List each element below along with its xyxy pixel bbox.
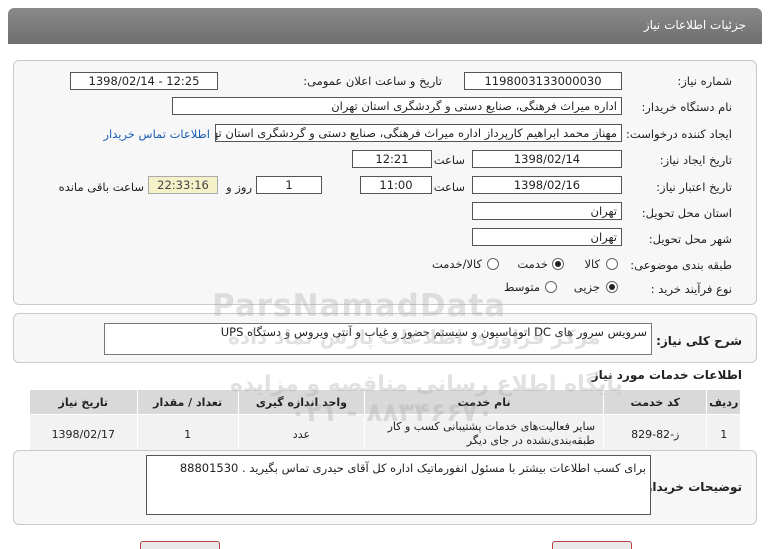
- category-radio-goods[interactable]: [606, 258, 618, 270]
- table-row: 1 ز-82-829 سایر فعالیت‌های خدمات پشتیبان…: [29, 414, 741, 454]
- province-field[interactable]: تهران: [472, 202, 622, 220]
- days-label: روز و: [226, 180, 252, 194]
- process-type-label: نوع فرآیند خرید :: [650, 282, 732, 296]
- notes-text-box: برای کسب اطلاعات بیشتر با مسئول انفورمات…: [146, 455, 651, 515]
- remaining-time-label: ساعت باقی مانده: [58, 180, 144, 194]
- category-option-goods-service: کالا/خدمت: [431, 257, 482, 271]
- category-radio-goods-service[interactable]: [487, 258, 499, 270]
- buyer-contact-link[interactable]: اطلاعات تماس خریدار: [103, 127, 210, 141]
- category-option-goods: کالا: [584, 257, 600, 271]
- city-label: شهر محل تحویل:: [648, 232, 732, 246]
- buyer-org-label: نام دستگاه خریدار:: [641, 100, 732, 114]
- remaining-time-field: 22:33:16: [148, 176, 218, 194]
- requester-field[interactable]: مهناز محمد ابراهیم کارپرداز اداره میراث …: [215, 124, 622, 142]
- services-table: ردیف کد خدمت نام خدمت واحد اندازه گیری ت…: [29, 389, 741, 454]
- col-unit: واحد اندازه گیری: [237, 389, 366, 415]
- created-date-label: تاریخ ایجاد نیاز:: [659, 153, 732, 167]
- notes-label: توضیحات خریدار:: [640, 480, 742, 494]
- buyer-org-field[interactable]: اداره میراث فرهنگی، صنایع دستی و گردشگری…: [172, 97, 622, 115]
- category-label: طبقه بندی موضوعی:: [630, 258, 732, 272]
- page-title: جزئیات اطلاعات نیاز: [643, 18, 746, 32]
- col-index: ردیف: [706, 389, 741, 415]
- row-date: 1398/02/17: [29, 414, 138, 454]
- row-code: ز-82-829: [603, 414, 708, 454]
- row-name: سایر فعالیت‌های خدمات پشتیبانی کسب و کار…: [364, 414, 605, 454]
- category-radio-service[interactable]: [552, 258, 564, 270]
- row-unit: عدد: [237, 414, 366, 454]
- process-option-medium: متوسط: [503, 280, 540, 294]
- validity-time-field[interactable]: 11:00: [360, 176, 432, 194]
- announce-datetime-label: تاریخ و ساعت اعلان عمومی:: [303, 74, 442, 88]
- need-number-label: شماره نیاز:: [677, 74, 732, 88]
- validity-time-label: ساعت: [433, 180, 465, 194]
- process-radio-medium[interactable]: [545, 281, 557, 293]
- row-qty: 1: [136, 414, 239, 454]
- col-date: تاریخ نیاز: [29, 389, 138, 415]
- province-label: استان محل تحویل:: [641, 206, 732, 220]
- need-number-field[interactable]: 1198003133000030: [464, 72, 622, 90]
- services-title: اطلاعات خدمات مورد نیاز: [591, 368, 742, 382]
- col-code: کد خدمت: [603, 389, 708, 415]
- back-button[interactable]: [552, 541, 632, 549]
- summary-text-box: سرویس سرور های DC اتوماسیون و سیستم حضور…: [104, 323, 652, 355]
- city-field[interactable]: تهران: [472, 228, 622, 246]
- services-table-wrap: ردیف کد خدمت نام خدمت واحد اندازه گیری ت…: [29, 389, 741, 454]
- validity-date-label: تاریخ اعتبار نیاز:: [656, 180, 732, 194]
- page-title-bar: جزئیات اطلاعات نیاز: [8, 8, 762, 44]
- created-time-label: ساعت: [433, 153, 465, 167]
- requester-label: ایجاد کننده درخواست:: [626, 127, 732, 141]
- announce-datetime-field[interactable]: 1398/02/14 - 12:25: [70, 72, 218, 90]
- print-button[interactable]: [140, 541, 220, 549]
- process-radio-minor[interactable]: [606, 281, 618, 293]
- days-remaining-field[interactable]: 1: [256, 176, 322, 194]
- summary-label: شرح کلی نیاز:: [656, 334, 742, 348]
- created-date-field[interactable]: 1398/02/14: [472, 150, 622, 168]
- process-option-minor: جزیی: [573, 280, 600, 294]
- category-option-service: خدمت: [517, 257, 548, 271]
- created-time-field[interactable]: 12:21: [352, 150, 432, 168]
- col-name: نام خدمت: [364, 389, 605, 415]
- row-index: 1: [706, 414, 741, 454]
- validity-date-field[interactable]: 1398/02/16: [472, 176, 622, 194]
- col-qty: تعداد / مقدار: [136, 389, 239, 415]
